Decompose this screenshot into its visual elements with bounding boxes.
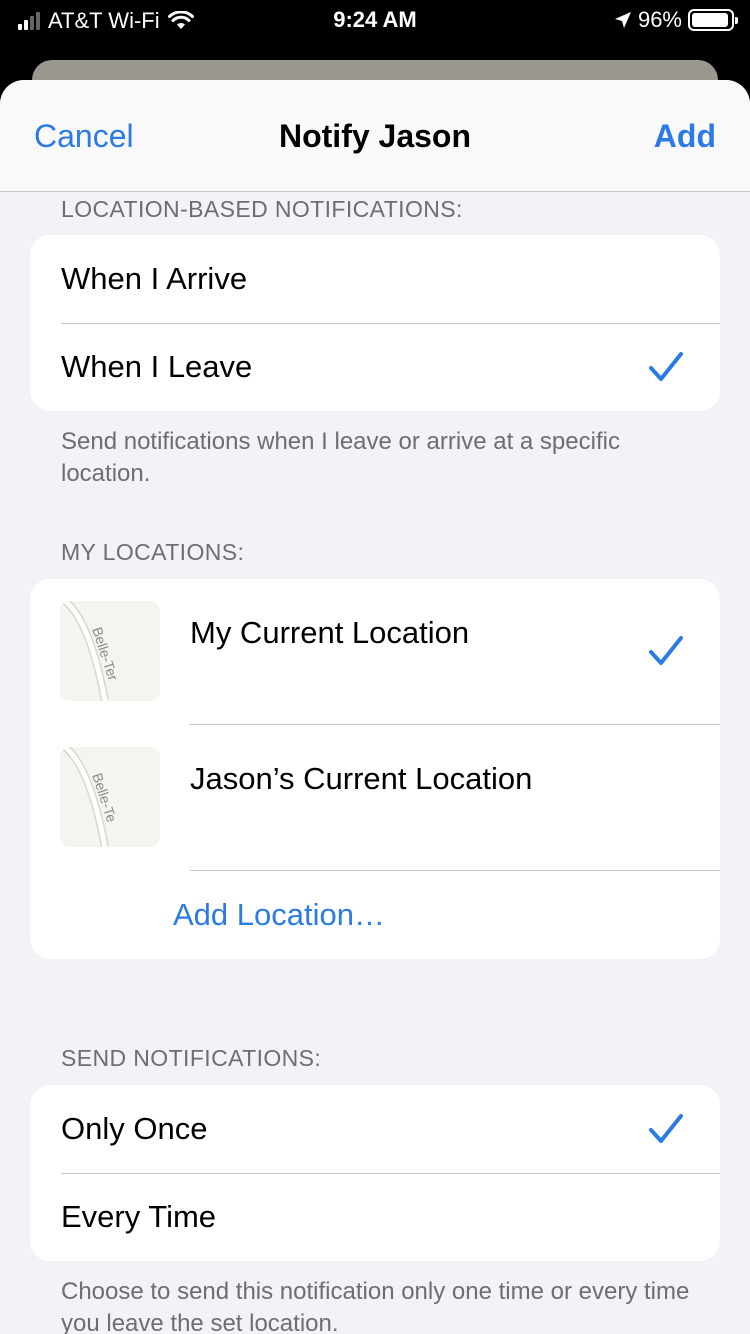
- option-every-time[interactable]: Every Time: [30, 1173, 720, 1261]
- section-header-location-based: LOCATION-BASED NOTIFICATIONS:: [61, 196, 463, 222]
- add-location-button[interactable]: Add Location…: [30, 871, 720, 959]
- location-label: My Current Location: [190, 615, 470, 650]
- option-when-i-arrive[interactable]: When I Arrive: [30, 235, 720, 323]
- option-label: When I Arrive: [61, 261, 248, 296]
- option-label: Only Once: [61, 1111, 208, 1146]
- map-road-icon: Belle-Te: [62, 747, 120, 847]
- map-thumbnail: Belle-Ter: [60, 601, 160, 701]
- option-when-i-leave[interactable]: When I Leave: [30, 323, 720, 411]
- location-item-my-current[interactable]: Belle-Ter My Current Location: [30, 579, 720, 725]
- option-only-once[interactable]: Only Once: [30, 1085, 720, 1173]
- navigation-bar: Cancel Notify Jason Add: [0, 80, 750, 192]
- checkmark-icon: [649, 352, 683, 381]
- location-notification-options: When I Arrive When I Leave: [30, 235, 720, 411]
- section-header-my-locations: MY LOCATIONS:: [61, 539, 245, 565]
- battery-percent: 96%: [637, 7, 682, 32]
- location-notifications-footer: Send notifications when I leave or arriv…: [61, 428, 620, 487]
- send-notifications-footer: Choose to send this notification only on…: [61, 1278, 690, 1334]
- location-label: Jason’s Current Location: [190, 761, 533, 796]
- battery-icon: [688, 9, 738, 31]
- send-notification-options: Only Once Every Time: [30, 1085, 720, 1261]
- add-location-label: Add Location…: [173, 897, 385, 932]
- option-label: Every Time: [61, 1199, 217, 1234]
- checkmark-icon: [649, 636, 683, 665]
- my-locations-list: Belle-Ter My Current Location Belle-Te J…: [30, 579, 720, 959]
- section-header-send-notifications: SEND NOTIFICATIONS:: [61, 1045, 322, 1071]
- map-road-icon: Belle-Ter: [62, 601, 122, 701]
- add-button[interactable]: Add: [654, 118, 716, 155]
- map-thumbnail: Belle-Te: [60, 747, 160, 847]
- notify-sheet: Cancel Notify Jason Add LOCATION-BASED N…: [0, 80, 750, 1334]
- location-item-jason-current[interactable]: Belle-Te Jason’s Current Location: [30, 725, 720, 871]
- checkmark-icon: [649, 1114, 683, 1143]
- cancel-button[interactable]: Cancel: [34, 118, 134, 155]
- status-bar: AT&T Wi-Fi 9:24 AM 96%: [0, 0, 750, 40]
- location-arrow-icon: [614, 12, 631, 28]
- option-label: When I Leave: [61, 349, 253, 384]
